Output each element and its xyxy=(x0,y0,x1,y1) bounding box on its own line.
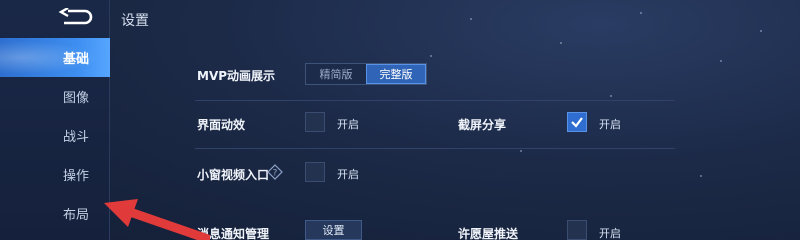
sidebar-nav: 基础 图像 战斗 操作 布局 xyxy=(0,38,110,233)
mvp-animation-label: MVP动画展示 xyxy=(197,69,276,83)
wish-push-label: 许愿屋推送 xyxy=(458,227,519,240)
screenshot-share-toggle-label: 开启 xyxy=(599,118,621,131)
ui-effects-label: 界面动效 xyxy=(197,118,246,132)
ui-effects-toggle-label: 开启 xyxy=(337,118,359,131)
mvp-option-full[interactable]: 完整版 xyxy=(366,64,426,84)
sidebar-item-label: 布局 xyxy=(63,208,90,223)
svg-text:?: ? xyxy=(273,169,278,179)
wish-push-checkbox[interactable] xyxy=(567,220,587,240)
notification-settings-button[interactable]: 设置 xyxy=(305,220,362,240)
screenshot-share-label: 截屏分享 xyxy=(458,118,507,132)
mini-video-checkbox[interactable] xyxy=(305,162,325,182)
page-title: 设置 xyxy=(121,13,149,29)
red-arrow-annotation xyxy=(104,199,210,240)
sidebar-item-label: 操作 xyxy=(63,169,90,184)
question-diamond-icon[interactable]: ? xyxy=(267,164,283,180)
back-button[interactable] xyxy=(55,6,97,28)
sidebar-item-controls[interactable]: 操作 xyxy=(0,155,110,194)
checkmark-icon xyxy=(571,117,583,128)
back-arrow-icon xyxy=(58,8,93,25)
sidebar: 基础 图像 战斗 操作 布局 xyxy=(0,0,110,240)
sidebar-item-battle[interactable]: 战斗 xyxy=(0,116,110,155)
mini-video-entry-label: 小窗视频入口 xyxy=(197,168,270,182)
divider xyxy=(195,148,675,149)
screenshot-share-checkbox[interactable] xyxy=(567,112,587,132)
sidebar-item-graphics[interactable]: 图像 xyxy=(0,77,110,116)
sidebar-item-layout[interactable]: 布局 xyxy=(0,194,110,233)
mvp-animation-segmented-control: 精简版 完整版 xyxy=(305,63,427,85)
notification-management-label: 消息通知管理 xyxy=(197,227,270,240)
ui-effects-checkbox[interactable] xyxy=(305,112,325,132)
sidebar-item-label: 图像 xyxy=(63,91,90,106)
sidebar-item-label: 基础 xyxy=(63,52,90,67)
divider xyxy=(195,100,675,101)
wish-push-toggle-label: 开启 xyxy=(599,227,621,240)
sidebar-item-label: 战斗 xyxy=(63,130,90,145)
sidebar-item-basic[interactable]: 基础 xyxy=(0,38,110,77)
mvp-option-simple[interactable]: 精简版 xyxy=(306,64,366,84)
starfield-background xyxy=(0,0,800,240)
mini-video-toggle-label: 开启 xyxy=(337,168,359,181)
